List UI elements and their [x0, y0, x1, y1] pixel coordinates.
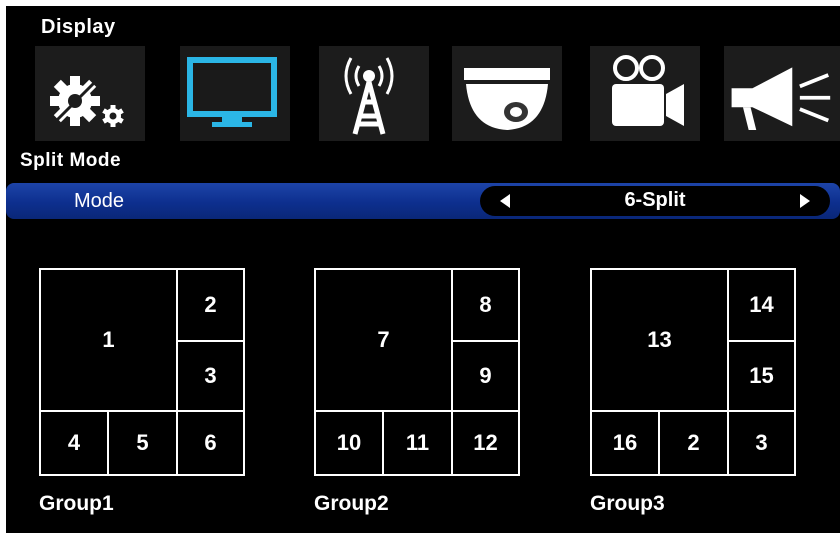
split-group-1: 1 2 3 4 5 6 [39, 268, 245, 476]
group-label: Group2 [314, 492, 389, 515]
tab-system[interactable] [35, 46, 145, 141]
section-title: Split Mode [20, 150, 122, 171]
split-cell: 8 [451, 268, 520, 342]
split-cell: 2 [176, 268, 245, 342]
split-cell: 15 [727, 340, 796, 412]
split-cell: 7 [314, 268, 453, 412]
split-cell: 10 [314, 410, 384, 476]
antenna-tower-icon [344, 57, 394, 135]
split-cell: 4 [39, 410, 109, 476]
tab-display[interactable] [180, 46, 290, 141]
split-cell: 3 [727, 410, 796, 476]
split-cell: 11 [382, 410, 453, 476]
dome-camera-icon [464, 68, 550, 130]
tab-network[interactable] [319, 46, 429, 141]
gear-icon [50, 76, 124, 127]
split-cell: 2 [658, 410, 729, 476]
megaphone-icon [731, 67, 831, 131]
arrow-right-icon[interactable] [800, 194, 810, 208]
display-screen: Display Split Mode Mode 6-Split 1 2 3 4 … [6, 6, 840, 533]
video-camera-icon [612, 55, 684, 126]
split-cell: 5 [107, 410, 178, 476]
split-cell: 6 [176, 410, 245, 476]
tab-record[interactable] [590, 46, 700, 141]
monitor-icon [187, 57, 277, 127]
split-cell: 12 [451, 410, 520, 476]
split-group-2: 7 8 9 10 11 12 [314, 268, 520, 476]
split-cell: 1 [39, 268, 178, 412]
tab-alarm[interactable] [724, 46, 840, 141]
mode-selector[interactable]: 6-Split [480, 186, 830, 216]
page-title: Display [41, 16, 116, 38]
group-label: Group1 [39, 492, 114, 515]
split-cell: 16 [590, 410, 660, 476]
split-cell: 9 [451, 340, 520, 412]
split-group-3: 13 14 15 16 2 3 [590, 268, 796, 476]
mode-label: Mode [74, 190, 125, 212]
split-cell: 13 [590, 268, 729, 412]
mode-value: 6-Split [624, 189, 686, 211]
group-label: Group3 [590, 492, 665, 515]
mode-row[interactable]: Mode 6-Split [6, 183, 840, 219]
split-cell: 14 [727, 268, 796, 342]
tab-camera[interactable] [452, 46, 562, 141]
split-cell: 3 [176, 340, 245, 412]
